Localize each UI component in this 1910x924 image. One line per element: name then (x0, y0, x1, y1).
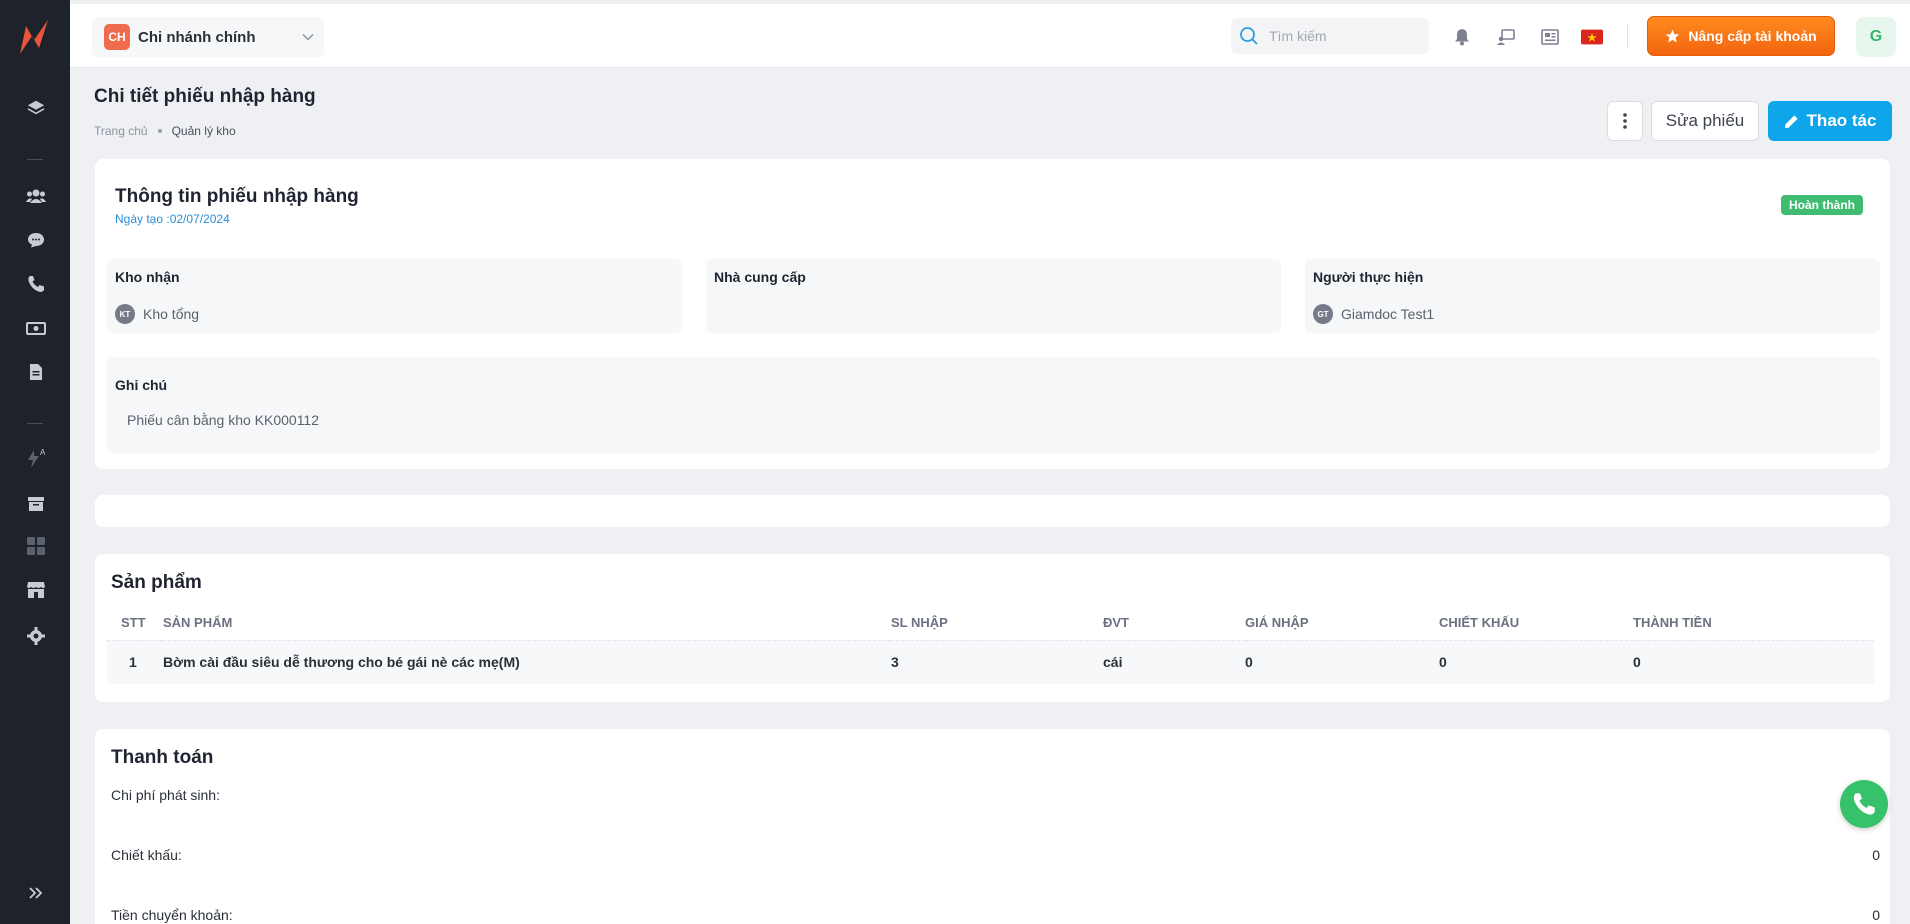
performer-value: GT Giamdoc Test1 (1313, 304, 1434, 324)
breadcrumb: Trang chủ Quản lý kho (94, 124, 236, 138)
money-icon[interactable] (25, 317, 47, 339)
phone-icon (1853, 793, 1875, 815)
info-title: Thông tin phiếu nhập hàng (115, 186, 359, 207)
search-box[interactable]: Tìm kiếm (1231, 18, 1429, 54)
sidebar-divider (27, 423, 43, 424)
sidebar-divider (27, 159, 43, 160)
warehouse-box: Kho nhận KT Kho tổng (107, 259, 682, 333)
archive-icon[interactable] (25, 493, 47, 515)
upgrade-account-button[interactable]: Nâng cấp tài khoản (1647, 16, 1835, 56)
payment-value-discount: 0 (1872, 847, 1880, 863)
store-icon[interactable] (25, 579, 47, 601)
cell-discount: 0 (1439, 654, 1447, 671)
chevron-down-icon (302, 33, 314, 41)
upgrade-label: Nâng cấp tài khoản (1688, 28, 1817, 44)
warehouse-label: Kho nhận (115, 269, 180, 285)
cell-total: 0 (1633, 654, 1641, 671)
created-date: Ngày tạo :02/07/2024 (115, 212, 230, 226)
products-table: STT SẢN PHẨM SL NHẬP ĐVT GIÁ NHẬP CHIẾT … (107, 606, 1874, 684)
automation-icon[interactable]: A (25, 447, 47, 469)
supplier-box: Nhà cung cấp (706, 259, 1281, 333)
warehouse-name: Kho tổng (143, 306, 200, 322)
cell-stt: 1 (129, 654, 137, 671)
status-badge: Hoàn thành (1781, 195, 1863, 215)
empty-section-card (95, 495, 1890, 527)
warehouse-avatar: KT (115, 304, 135, 324)
chat-icon[interactable] (25, 229, 47, 251)
col-price: GIÁ NHẬP (1245, 615, 1309, 631)
cell-unit: cái (1103, 654, 1123, 671)
presentation-icon[interactable] (1495, 26, 1517, 48)
payment-label-extra-cost: Chi phí phát sinh: (111, 787, 220, 803)
layers-icon[interactable] (25, 97, 47, 119)
breadcrumb-separator (157, 129, 162, 133)
payment-label-transfer: Tiền chuyển khoản: (111, 907, 233, 923)
performer-label: Người thực hiện (1313, 269, 1424, 285)
action-label: Thao tác (1806, 111, 1877, 130)
performer-name: Giamdoc Test1 (1341, 306, 1435, 322)
breadcrumb-current[interactable]: Quản lý kho (172, 124, 236, 138)
users-icon[interactable] (25, 185, 47, 207)
cell-quantity: 3 (891, 654, 899, 671)
col-unit: ĐVT (1103, 615, 1129, 631)
star-icon (1666, 29, 1680, 42)
action-button[interactable]: Thao tác (1768, 101, 1892, 141)
dashboard-icon[interactable] (25, 535, 47, 557)
col-total: THÀNH TIỀN (1633, 615, 1712, 631)
payment-title: Thanh toán (111, 747, 214, 768)
branch-name: Chi nhánh chính (138, 28, 256, 46)
pencil-icon (1784, 114, 1798, 128)
receipt-info-card: Thông tin phiếu nhập hàng Ngày tạo :02/0… (95, 159, 1890, 469)
topbar: CH Chi nhánh chính Tìm kiếm Nâng cấp tài… (70, 4, 1910, 68)
payment-label-discount: Chiết khấu: (111, 847, 182, 863)
expand-sidebar-icon[interactable] (25, 882, 47, 904)
cell-price: 0 (1245, 654, 1253, 671)
performer-box: Người thực hiện GT Giamdoc Test1 (1305, 259, 1880, 333)
col-stt: STT (121, 615, 146, 631)
app-logo-icon[interactable] (17, 18, 55, 58)
products-card: Sản phẩm STT SẢN PHẨM SL NHẬP ĐVT GIÁ NH… (95, 554, 1890, 702)
col-quantity: SL NHẬP (891, 615, 948, 631)
note-box: Ghi chú Phiếu cân bằng kho KK000112 (107, 357, 1880, 453)
more-options-button[interactable] (1607, 101, 1643, 141)
performer-avatar: GT (1313, 304, 1333, 324)
branch-selector[interactable]: CH Chi nhánh chính (92, 17, 324, 57)
search-icon (1240, 27, 1258, 45)
branch-avatar: CH (104, 24, 130, 50)
cell-product: Bờm cài đầu siêu dễ thương cho bé gái nè… (163, 654, 520, 671)
edit-receipt-button[interactable]: Sửa phiếu (1651, 101, 1759, 141)
settings-icon[interactable] (25, 625, 47, 647)
search-input[interactable]: Tìm kiếm (1269, 28, 1327, 44)
col-product: SẢN PHẨM (163, 615, 233, 631)
payment-card: Thanh toán Chi phí phát sinh: Chiết khấu… (95, 729, 1890, 924)
phone-call-icon[interactable] (25, 273, 47, 295)
sidebar: A (0, 0, 70, 924)
table-header-row: STT SẢN PHẨM SL NHẬP ĐVT GIÁ NHẬP CHIẾT … (107, 606, 1874, 640)
supplier-label: Nhà cung cấp (714, 269, 806, 285)
document-icon[interactable] (25, 361, 47, 383)
table-row[interactable]: 1 Bờm cài đầu siêu dễ thương cho bé gái … (107, 640, 1874, 684)
page-title: Chi tiết phiếu nhập hàng (94, 86, 316, 107)
col-discount: CHIẾT KHẤU (1439, 615, 1520, 631)
call-button[interactable] (1840, 780, 1888, 828)
more-vertical-icon (1623, 113, 1627, 129)
newspaper-icon[interactable] (1539, 26, 1561, 48)
svg-text:A: A (40, 448, 46, 457)
breadcrumb-home[interactable]: Trang chủ (94, 124, 148, 138)
payment-value-transfer: 0 (1872, 907, 1880, 923)
note-value: Phiếu cân bằng kho KK000112 (127, 412, 320, 428)
warehouse-value: KT Kho tổng (115, 304, 199, 324)
topbar-divider (1627, 24, 1628, 48)
user-avatar[interactable]: G (1856, 17, 1896, 57)
products-title: Sản phẩm (111, 572, 202, 593)
vietnam-flag-icon[interactable] (1581, 26, 1603, 48)
bell-icon[interactable] (1451, 26, 1473, 48)
note-label: Ghi chú (115, 377, 168, 393)
